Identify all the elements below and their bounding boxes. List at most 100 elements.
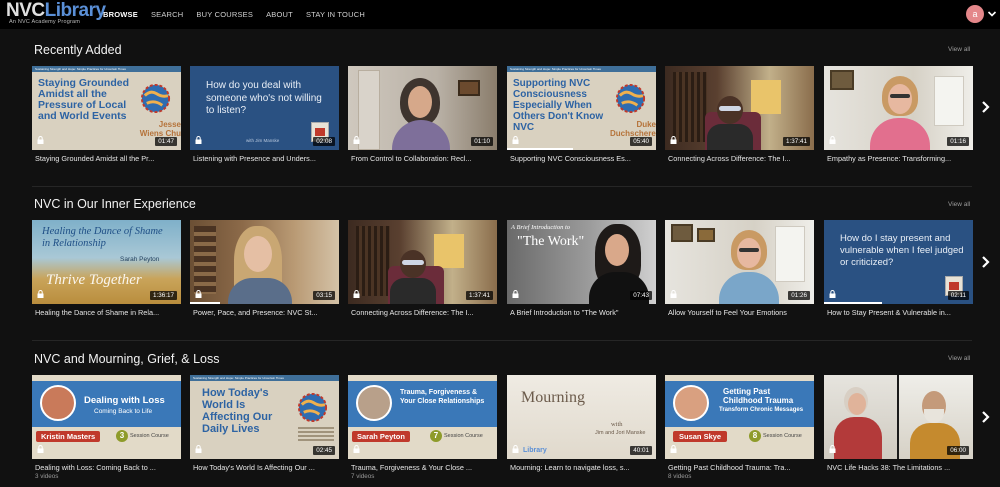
- logo-secondary-text: Library: [44, 0, 106, 21]
- video-card[interactable]: 06:00 NVC Life Hacks 38: The Limitations…: [824, 375, 973, 472]
- course-title[interactable]: Trauma, Forgiveness & Your Close ...: [351, 463, 497, 472]
- video-count: 3 videos: [35, 473, 59, 480]
- presenter-glasses: [739, 248, 759, 252]
- video-thumbnail[interactable]: 03:15: [190, 220, 339, 304]
- video-thumbnail[interactable]: Sustaining Strength and Hope: Simple Pra…: [507, 66, 656, 150]
- video-card[interactable]: Healing the Dance of Shame in Relationsh…: [32, 220, 181, 317]
- thumbnail-subtitle: Coming Back to Life: [94, 408, 153, 415]
- video-thumbnail[interactable]: 1:37:41: [348, 220, 497, 304]
- video-title[interactable]: NVC Life Hacks 38: The Limitations ...: [827, 463, 973, 472]
- video-card[interactable]: Dealing with Loss Coming Back to Life Kr…: [32, 375, 181, 480]
- lock-icon: [195, 290, 202, 298]
- lock-icon: [829, 290, 836, 298]
- video-title[interactable]: How Today's World Is Affecting Our ...: [193, 463, 339, 472]
- video-thumbnail[interactable]: Sustaining Strength and Hope: Simple Pra…: [190, 375, 339, 459]
- chevron-right-icon[interactable]: [980, 410, 992, 424]
- presenter-body: [228, 278, 292, 304]
- duration-badge: 1:37:41: [465, 291, 493, 300]
- watch-progress-bar: [824, 302, 882, 304]
- duration-badge: 01:47: [155, 137, 177, 146]
- thumbnail-author: Sarah Peyton: [120, 256, 160, 263]
- presenter-portrait: [356, 385, 392, 421]
- section-title: NVC in Our Inner Experience: [34, 197, 196, 211]
- course-title[interactable]: Dealing with Loss: Coming Back to ...: [35, 463, 181, 472]
- video-card[interactable]: A Brief Introduction to "The Work" 07:43…: [507, 220, 656, 317]
- video-title[interactable]: Connecting Across Difference: The I...: [668, 154, 814, 163]
- video-thumbnail[interactable]: 01:26: [665, 220, 814, 304]
- view-all-link[interactable]: View all: [948, 46, 970, 53]
- duration-badge: 03:15: [313, 291, 335, 300]
- video-card[interactable]: 1:37:41 Connecting Across Difference: Th…: [665, 66, 814, 163]
- presenter-body: [719, 272, 779, 304]
- video-title[interactable]: Listening with Presence and Unders...: [193, 154, 339, 163]
- video-title[interactable]: Supporting NVC Consciousness Es...: [510, 154, 656, 163]
- video-thumbnail[interactable]: 06:00: [824, 375, 973, 459]
- video-title[interactable]: Empathy as Presence: Transforming...: [827, 154, 973, 163]
- nav-search[interactable]: SEARCH: [151, 10, 183, 19]
- video-thumbnail[interactable]: 1:37:41: [665, 66, 814, 150]
- video-thumbnail[interactable]: Sustaining Strength and Hope: Simple Pra…: [32, 66, 181, 150]
- window-light: [751, 80, 781, 114]
- avatar[interactable]: a: [966, 5, 984, 23]
- chevron-right-icon[interactable]: [980, 100, 992, 114]
- nav-buy-courses[interactable]: BUY COURSES: [196, 10, 253, 19]
- duration-badge: 40:01: [630, 446, 652, 455]
- video-card[interactable]: 1:37:41 Connecting Across Difference: Th…: [348, 220, 497, 317]
- presenter-face: [888, 84, 912, 114]
- video-card[interactable]: Trauma, Forgiveness & Your Close Relatio…: [348, 375, 497, 480]
- video-card[interactable]: Getting Past Childhood Trauma Transform …: [665, 375, 814, 480]
- video-count: 7 videos: [351, 473, 375, 480]
- chevron-down-icon[interactable]: [987, 9, 997, 19]
- video-thumbnail[interactable]: How do I stay present and vulnerable whe…: [824, 220, 973, 304]
- lock-icon: [37, 445, 44, 453]
- section-divider: [32, 186, 972, 187]
- thumbnail-banner: Sustaining Strength and Hope: Simple Pra…: [507, 66, 656, 72]
- presenter-glasses: [402, 260, 424, 265]
- thumbnail-subtitle: Transform Chronic Messages: [719, 407, 804, 413]
- video-title[interactable]: Connecting Across Difference: The I...: [351, 308, 497, 317]
- video-thumbnail[interactable]: A Brief Introduction to "The Work" 07:43: [507, 220, 656, 304]
- video-card[interactable]: 01:26 Allow Yourself to Feel Your Emotio…: [665, 220, 814, 317]
- video-thumbnail[interactable]: Dealing with Loss Coming Back to Life Kr…: [32, 375, 181, 459]
- nav-stay-in-touch[interactable]: STAY IN TOUCH: [306, 10, 365, 19]
- video-title[interactable]: How to Stay Present & Vulnerable in...: [827, 308, 973, 317]
- video-thumbnail[interactable]: Trauma, Forgiveness & Your Close Relatio…: [348, 375, 497, 459]
- nav-about[interactable]: ABOUT: [266, 10, 293, 19]
- video-title[interactable]: Allow Yourself to Feel Your Emotions: [668, 308, 814, 317]
- view-all-link[interactable]: View all: [948, 355, 970, 362]
- thumbnail-title: Mourning: [521, 389, 585, 406]
- video-title[interactable]: Staying Grounded Amidst all the Pr...: [35, 154, 181, 163]
- course-title[interactable]: Getting Past Childhood Trauma: Tra...: [668, 463, 814, 472]
- globe-icon: [140, 83, 171, 114]
- video-card[interactable]: Sustaining Strength and Hope: Simple Pra…: [190, 375, 339, 472]
- video-thumbnail[interactable]: Mourning with Jim and Jori Manske Librar…: [507, 375, 656, 459]
- video-card[interactable]: How do you deal with someone who's not w…: [190, 66, 339, 163]
- door-image: [934, 76, 964, 126]
- video-thumbnail[interactable]: How do you deal with someone who's not w…: [190, 66, 339, 150]
- lock-icon: [195, 445, 202, 453]
- video-card[interactable]: Sustaining Strength and Hope: Simple Pra…: [507, 66, 656, 163]
- nav-browse[interactable]: BROWSE: [103, 10, 138, 19]
- video-title[interactable]: Healing the Dance of Shame in Rela...: [35, 308, 181, 317]
- window-light: [434, 234, 464, 268]
- video-title[interactable]: Power, Pace, and Presence: NVC St...: [193, 308, 339, 317]
- video-thumbnail[interactable]: 01:16: [824, 66, 973, 150]
- video-thumbnail[interactable]: Healing the Dance of Shame in Relationsh…: [32, 220, 181, 304]
- video-count: 8 videos: [668, 473, 692, 480]
- video-title[interactable]: From Control to Collaboration: Recl...: [351, 154, 497, 163]
- video-card[interactable]: Sustaining Strength and Hope: Simple Pra…: [32, 66, 181, 163]
- nvc-library-logo[interactable]: NVCLibrary An NVC Academy Program: [6, 1, 106, 27]
- view-all-link[interactable]: View all: [948, 201, 970, 208]
- banner-text: Sustaining Strength and Hope: Simple Pra…: [193, 376, 284, 380]
- video-card[interactable]: 01:16 Empathy as Presence: Transforming.…: [824, 66, 973, 163]
- session-course-label: Session Course: [444, 433, 483, 439]
- video-title[interactable]: Mourning: Learn to navigate loss, s...: [510, 463, 656, 472]
- video-card[interactable]: Mourning with Jim and Jori Manske Librar…: [507, 375, 656, 472]
- video-title[interactable]: A Brief Introduction to "The Work": [510, 308, 656, 317]
- video-thumbnail[interactable]: Getting Past Childhood Trauma Transform …: [665, 375, 814, 459]
- video-card[interactable]: 01:10 From Control to Collaboration: Rec…: [348, 66, 497, 163]
- video-thumbnail[interactable]: 01:10: [348, 66, 497, 150]
- chevron-right-icon[interactable]: [980, 255, 992, 269]
- video-card[interactable]: How do I stay present and vulnerable whe…: [824, 220, 973, 317]
- video-card[interactable]: 03:15 Power, Pace, and Presence: NVC St.…: [190, 220, 339, 317]
